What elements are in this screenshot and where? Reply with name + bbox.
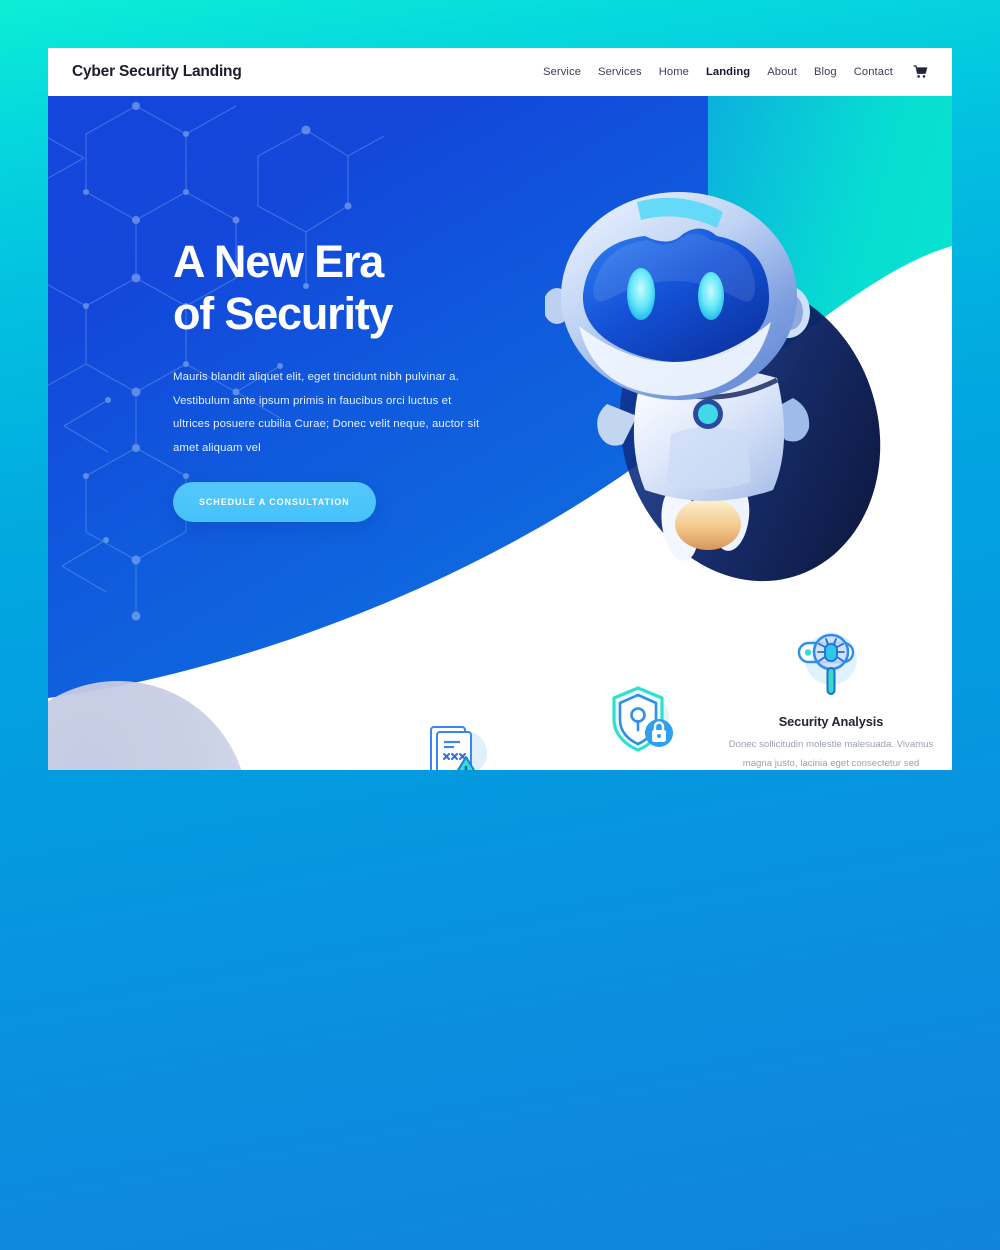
hero-section: A New Era of Security Mauris blandit ali… bbox=[48, 96, 952, 770]
schedule-consultation-button[interactable]: SCHEDULE A CONSULTATION bbox=[173, 481, 376, 522]
nav-item-service[interactable]: Service bbox=[543, 66, 581, 78]
nav-item-contact[interactable]: Contact bbox=[854, 66, 893, 78]
site-brand[interactable]: Cyber Security Landing bbox=[72, 63, 242, 81]
nav-item-landing[interactable]: Landing bbox=[706, 66, 750, 78]
hero-title: A New Era of Security bbox=[173, 236, 394, 340]
page-content-frame: A New Era of Security Mauris blandit ali… bbox=[48, 48, 952, 770]
site-header: Cyber Security Landing Service Services … bbox=[48, 48, 952, 96]
robot-mascot-illustration bbox=[545, 192, 881, 582]
hero-subtitle: Mauris blandit aliquet elit, eget tincid… bbox=[173, 371, 480, 454]
feature-title: Security Analysis bbox=[778, 714, 884, 729]
nav-item-about[interactable]: About bbox=[767, 66, 797, 78]
feature-desc: Donec sollicitudin molestie malesuada. V… bbox=[728, 739, 934, 769]
nav-item-services[interactable]: Services bbox=[598, 66, 642, 78]
main-navigation: Service Services Home Landing About Blog… bbox=[543, 65, 928, 79]
feature-card-security-analysis[interactable]: Security Analysis Donec sollicitudin mol… bbox=[716, 616, 946, 770]
nav-item-blog[interactable]: Blog bbox=[814, 66, 837, 78]
shopping-cart-icon[interactable] bbox=[913, 65, 928, 79]
nav-item-home[interactable]: Home bbox=[659, 66, 689, 78]
magnifier-bug-icon bbox=[716, 616, 946, 708]
hero-copy: A New Era of Security Mauris blandit ali… bbox=[173, 236, 503, 522]
